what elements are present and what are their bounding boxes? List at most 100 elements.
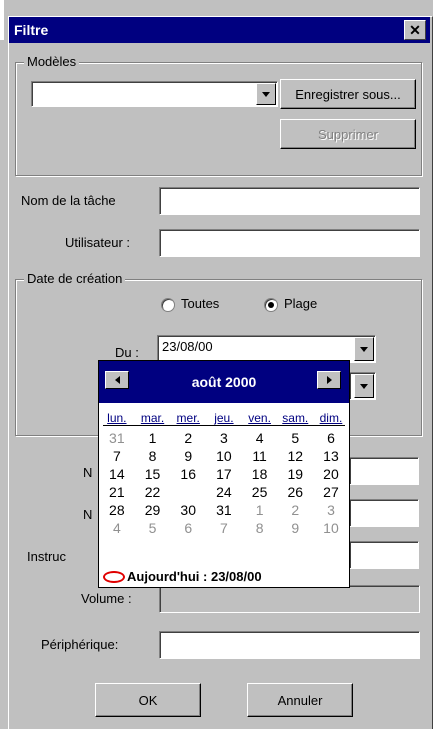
calendar-day[interactable]: 1 [135,429,171,447]
partial-label-n1: N [83,465,93,480]
calendar-day[interactable]: 1 [242,501,278,519]
calendar-day[interactable]: 9 [170,447,206,465]
calendar-day[interactable]: 7 [99,447,135,465]
calendar-month: août 2000 [191,374,257,390]
task-name-label: Nom de la tâche [21,193,116,208]
chevron-right-icon [326,376,332,384]
user-input[interactable] [159,229,420,257]
task-name-input[interactable] [159,187,420,215]
chevron-down-icon [262,91,270,97]
date-legend: Date de création [24,271,126,286]
calendar-day[interactable]: 7 [206,519,242,537]
calendar-day[interactable]: 2 [277,501,313,519]
weekday: mer. [176,411,200,425]
calendar-day[interactable]: 8 [242,519,278,537]
calendar-day[interactable]: 2 [170,429,206,447]
weekday: ven. [248,411,271,425]
peripheral-label: Périphérique: [41,637,119,652]
calendar-day[interactable]: 30 [170,501,206,519]
calendar-day[interactable]: 20 [313,465,349,483]
calendar-day[interactable]: 17 [206,465,242,483]
calendar-day[interactable]: 5 [277,429,313,447]
to-date-dropdown-button[interactable] [354,374,374,398]
delete-button[interactable]: Supprimer [280,119,416,149]
calendar-day[interactable]: 11 [242,447,278,465]
partial-input-3[interactable] [349,541,419,569]
radio-range[interactable] [264,298,278,312]
calendar-day[interactable]: 6 [313,429,349,447]
ok-button[interactable]: OK [95,683,201,717]
chevron-down-icon [360,346,368,352]
calendar-divider [103,425,345,426]
calendar-day[interactable]: 28 [99,501,135,519]
models-dropdown-button[interactable] [256,83,276,105]
calendar-day[interactable]: 3 [206,429,242,447]
today-link[interactable]: Aujourd'hui : 23/08/00 [103,569,262,584]
to-date-select[interactable] [349,372,376,400]
save-as-label: Enregistrer sous... [295,86,401,102]
calendar-day[interactable]: 6 [170,519,206,537]
weekday-row: lun. mar. mer. jeu. ven. sam. dim. [99,411,349,425]
calendar-day[interactable]: 14 [99,465,135,483]
cancel-label: Annuler [277,692,323,708]
peripheral-input[interactable] [159,631,420,659]
window-title: Filtre [14,22,49,38]
calendar-day[interactable]: 25 [242,483,278,501]
calendar-day[interactable]: 15 [135,465,171,483]
weekday: dim. [319,411,343,425]
calendar-day-selected[interactable]: 23 [170,483,206,501]
calendar-day[interactable]: 5 [135,519,171,537]
calendar-day[interactable]: 10 [206,447,242,465]
calendar-days: 31 1 2 3 4 5 6 7 8 9 10 11 12 13 14 15 1… [99,429,349,537]
calendar-day[interactable]: 22 [135,483,171,501]
calendar-week: 7 8 9 10 11 12 13 [99,447,349,465]
radio-all[interactable] [161,298,175,312]
from-date-select[interactable]: 23/08/00 [157,335,376,363]
calendar-day[interactable]: 12 [277,447,313,465]
calendar-day[interactable]: 24 [206,483,242,501]
from-date-dropdown-button[interactable] [354,337,374,361]
next-month-button[interactable] [317,371,341,389]
calendar-week: 28 29 30 31 1 2 3 [99,501,349,519]
calendar-header: août 2000 [99,361,349,403]
calendar-day[interactable]: 18 [242,465,278,483]
calendar-week: 21 22 23 24 25 26 27 [99,483,349,501]
calendar-week: 14 15 16 17 18 19 20 [99,465,349,483]
calendar-day[interactable]: 4 [99,519,135,537]
calendar-day[interactable]: 27 [313,483,349,501]
calendar-day[interactable]: 16 [170,465,206,483]
partial-label-instruc: Instruc [27,549,67,564]
delete-label: Supprimer [318,126,378,142]
calendar-day[interactable]: 19 [277,465,313,483]
save-as-button[interactable]: Enregistrer sous... [280,79,416,109]
partial-input-1[interactable] [349,457,419,485]
calendar-day[interactable]: 8 [135,447,171,465]
calendar-day[interactable]: 4 [242,429,278,447]
from-date-value: 23/08/00 [162,339,213,354]
partial-label-n2: N [83,507,93,522]
calendar-week: 4 5 6 7 8 9 10 [99,519,349,537]
models-legend: Modèles [24,54,80,69]
calendar-day[interactable]: 29 [135,501,171,519]
edge-mark [0,0,4,40]
from-label: Du : [115,345,139,360]
calendar-day[interactable]: 9 [277,519,313,537]
title-bar: Filtre ✕ [9,17,430,43]
calendar-day[interactable]: 13 [313,447,349,465]
calendar-day[interactable]: 31 [206,501,242,519]
calendar-day[interactable]: 31 [99,429,135,447]
cancel-button[interactable]: Annuler [247,683,353,717]
ok-label: OK [138,692,158,708]
volume-input [159,585,420,613]
partial-input-2[interactable] [349,499,419,527]
models-select[interactable] [31,81,278,107]
weekday: sam. [282,411,309,425]
volume-label: Volume : [81,591,132,606]
close-button[interactable]: ✕ [404,20,426,40]
calendar-day[interactable]: 26 [277,483,313,501]
calendar-day[interactable]: 10 [313,519,349,537]
calendar-day[interactable]: 21 [99,483,135,501]
calendar-day[interactable]: 3 [313,501,349,519]
chevron-down-icon [360,383,368,389]
weekday: mar. [140,411,165,425]
